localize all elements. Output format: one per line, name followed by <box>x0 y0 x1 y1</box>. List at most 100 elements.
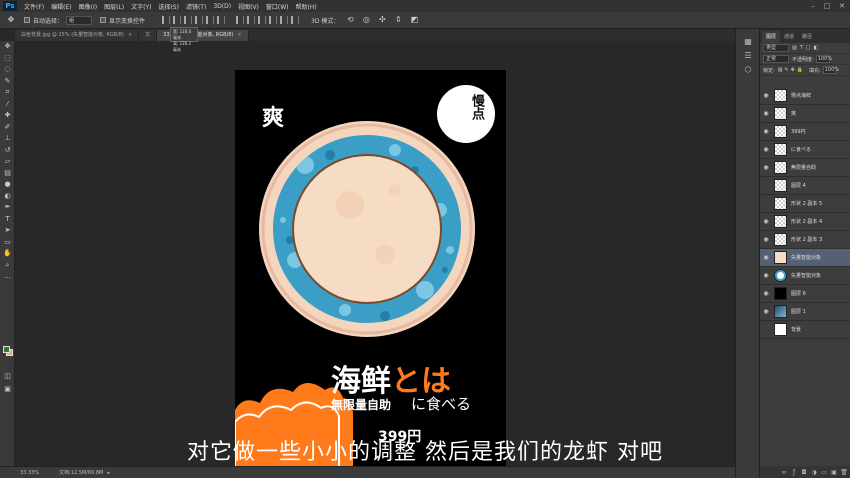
menu-image[interactable]: 图像(I) <box>79 2 97 11</box>
hand-icon[interactable]: ✋ <box>0 248 15 260</box>
move-icon[interactable]: ✥ <box>0 41 15 53</box>
menu-type[interactable]: 文字(Y) <box>131 2 151 11</box>
quick-select-icon[interactable]: ✎ <box>0 76 15 88</box>
pen-icon[interactable]: ✒ <box>0 202 15 214</box>
shape-icon[interactable]: ▭ <box>0 237 15 249</box>
minimize-icon[interactable]: – <box>806 0 820 12</box>
tab-white-background[interactable]: 白色背景.jpg @ 25% (矢量智能对象, RGB/8) × <box>15 30 140 41</box>
layer-item[interactable]: ◉ 無限量自助 <box>760 159 850 177</box>
layer-item[interactable]: ◉ 399円 <box>760 123 850 141</box>
eye-icon[interactable]: ◉ <box>760 254 772 261</box>
move-tool-icon[interactable]: ✥ <box>6 15 16 25</box>
mask-icon[interactable]: ◘ <box>800 469 808 476</box>
distribute-4-icon[interactable] <box>269 16 278 24</box>
layer-item[interactable]: 背景 <box>760 321 850 339</box>
blend-mode-select[interactable]: 正常 <box>763 55 789 63</box>
menu-select[interactable]: 选择(S) <box>158 2 179 11</box>
more-icon[interactable]: … <box>0 271 15 283</box>
align-right-icon[interactable] <box>184 16 193 24</box>
tab-paths[interactable]: 路径 <box>798 31 816 43</box>
tab-channels[interactable]: 通道 <box>780 31 798 43</box>
lock-icons[interactable]: ▨✎✥🔒 <box>778 67 805 73</box>
foreground-color-swatch[interactable] <box>3 346 10 353</box>
eye-icon[interactable]: ◉ <box>760 164 772 171</box>
history-panel-icon[interactable]: ▦ <box>736 35 760 49</box>
drag-3d-icon[interactable]: ✣ <box>377 15 387 25</box>
tab-close-icon[interactable]: × <box>128 32 132 38</box>
healing-icon[interactable]: ✚ <box>0 110 15 122</box>
align-bottom-icon[interactable] <box>217 16 226 24</box>
eye-icon[interactable]: ◉ <box>760 290 772 297</box>
layer-item[interactable]: ◉ 形状 2 副本 4 <box>760 213 850 231</box>
fill-input[interactable]: 100% <box>822 66 839 74</box>
eraser-icon[interactable]: ▱ <box>0 156 15 168</box>
scale-3d-icon[interactable]: ◩ <box>409 15 419 25</box>
distribute-2-icon[interactable] <box>247 16 256 24</box>
layer-item-selected[interactable]: ◉ 矢量智能对象 <box>760 249 850 267</box>
maximize-icon[interactable]: □ <box>820 0 834 12</box>
eye-icon[interactable]: ◉ <box>760 272 772 279</box>
align-center-icon[interactable] <box>173 16 182 24</box>
close-icon[interactable]: ✕ <box>835 0 849 12</box>
menu-layer[interactable]: 图层(L) <box>104 2 124 11</box>
type-icon[interactable]: T <box>0 214 15 226</box>
menu-help[interactable]: 帮助(H) <box>296 2 317 11</box>
properties-panel-icon[interactable]: ☰ <box>736 49 760 63</box>
align-left-icon[interactable] <box>162 16 171 24</box>
eyedropper-icon[interactable]: ⁄ <box>0 99 15 111</box>
status-arrow-icon[interactable]: ▸ <box>107 470 110 476</box>
rotate-3d-icon[interactable]: ⟲ <box>345 15 355 25</box>
layer-item[interactable]: ◉ 形状 2 副本 3 <box>760 231 850 249</box>
eye-icon[interactable]: ◉ <box>760 92 772 99</box>
zoom-level[interactable]: 33.33% <box>20 470 39 476</box>
layer-item[interactable]: ◉ 爽 <box>760 105 850 123</box>
eye-icon[interactable]: ◉ <box>760 308 772 315</box>
stamp-icon[interactable]: ⊥ <box>0 133 15 145</box>
dodge-icon[interactable]: ◐ <box>0 191 15 203</box>
eye-icon[interactable]: ◉ <box>760 146 772 153</box>
auto-select-checkbox[interactable] <box>24 17 30 23</box>
marquee-icon[interactable]: ⬚ <box>0 53 15 65</box>
layer-item[interactable]: ◉ 图层 1 <box>760 303 850 321</box>
link-icon[interactable]: ∞ <box>780 469 788 476</box>
align-middle-icon[interactable] <box>206 16 215 24</box>
fx-icon[interactable]: ƒ <box>790 469 798 476</box>
eye-icon[interactable]: ◉ <box>760 218 772 225</box>
distribute-3-icon[interactable] <box>258 16 267 24</box>
opacity-input[interactable]: 100% <box>815 55 832 63</box>
layer-item[interactable]: ◉ 图层 6 <box>760 285 850 303</box>
distribute-5-icon[interactable] <box>280 16 289 24</box>
zoom-icon[interactable]: ⌕ <box>0 260 15 272</box>
distribute-1-icon[interactable] <box>236 16 245 24</box>
brush-icon[interactable]: ✐ <box>0 122 15 134</box>
tab-second[interactable]: 文 <box>139 30 158 41</box>
roll-3d-icon[interactable]: ◎ <box>361 15 371 25</box>
screen-mode-icon[interactable]: ▣ <box>0 384 15 396</box>
adjustment-icon[interactable]: ◑ <box>810 469 818 476</box>
3d-panel-icon[interactable]: ⬡ <box>736 63 760 77</box>
poster-artboard[interactable]: 爽 慢点 海鲜とは 無限量自助 に食べる 399円 <box>235 70 506 478</box>
menu-view[interactable]: 视图(V) <box>238 2 259 11</box>
tab-layers[interactable]: 图层 <box>762 31 781 43</box>
layer-kind-filter[interactable]: 类型 <box>763 44 789 52</box>
layer-item[interactable]: 形状 2 副本 5 <box>760 195 850 213</box>
gradient-icon[interactable]: ▤ <box>0 168 15 180</box>
layer-item[interactable]: ◉ 慢点海鲜 <box>760 87 850 105</box>
menu-window[interactable]: 窗口(W) <box>266 2 289 11</box>
lasso-icon[interactable]: ◌ <box>0 64 15 76</box>
eye-icon[interactable]: ◉ <box>760 236 772 243</box>
menu-filter[interactable]: 滤镜(T) <box>186 2 206 11</box>
path-select-icon[interactable]: ➤ <box>0 225 15 237</box>
distribute-6-icon[interactable] <box>291 16 300 24</box>
trash-icon[interactable]: 🗑 <box>840 469 848 476</box>
show-transform-checkbox[interactable] <box>100 17 107 23</box>
quick-mask-icon[interactable]: ◫ <box>0 371 15 383</box>
blur-icon[interactable]: ● <box>0 179 15 191</box>
menu-3d[interactable]: 3D(D) <box>213 3 231 10</box>
eye-icon[interactable]: ◉ <box>760 110 772 117</box>
slide-3d-icon[interactable]: ⇕ <box>393 15 403 25</box>
folder-icon[interactable]: ▭ <box>820 469 828 476</box>
eye-icon[interactable]: ◉ <box>760 128 772 135</box>
history-brush-icon[interactable]: ↺ <box>0 145 15 157</box>
layer-item[interactable]: ◉ に食べる <box>760 141 850 159</box>
